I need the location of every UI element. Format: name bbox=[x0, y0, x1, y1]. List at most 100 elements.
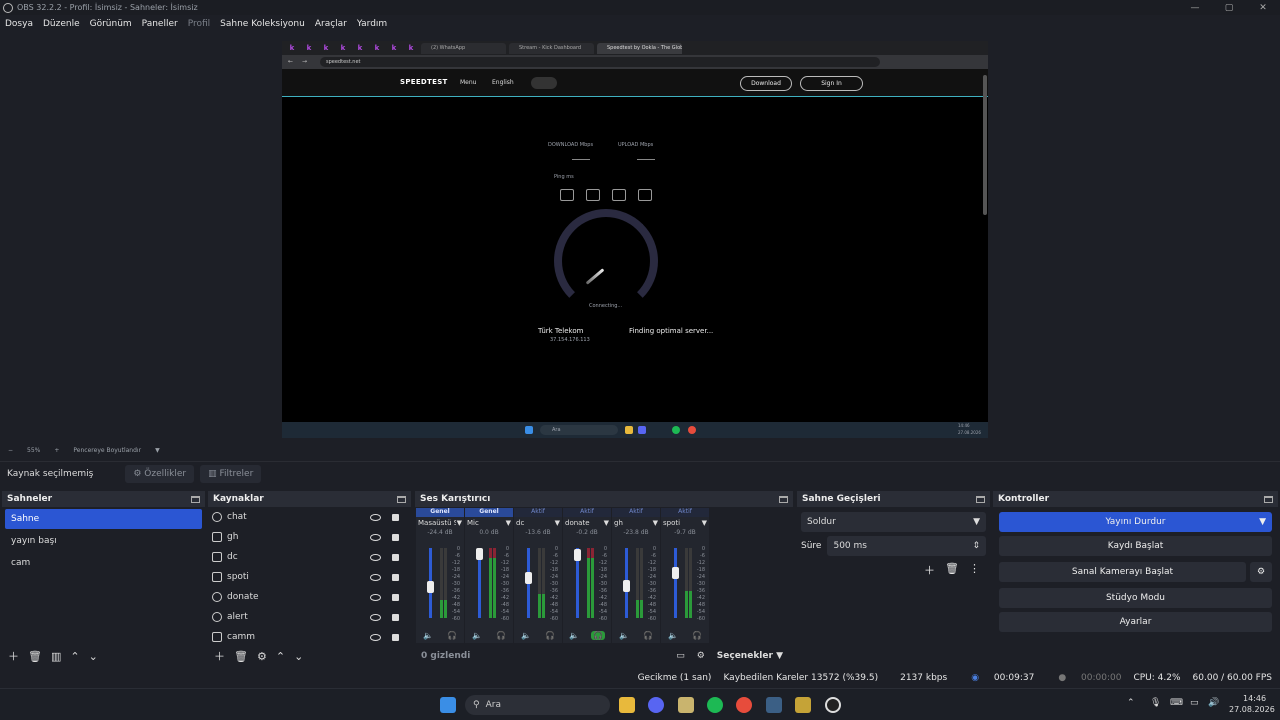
source-item[interactable]: spoti bbox=[208, 567, 411, 587]
virtual-camera-button[interactable]: Sanal Kamerayı Başlat bbox=[999, 562, 1246, 582]
volume-fader-handle[interactable] bbox=[476, 548, 483, 560]
menu-yardim[interactable]: Yardım bbox=[357, 19, 387, 29]
spotify-icon[interactable] bbox=[707, 697, 723, 713]
close-button[interactable]: ✕ bbox=[1246, 0, 1280, 15]
lock-icon[interactable] bbox=[392, 533, 399, 541]
kick-tab-icon[interactable]: k bbox=[387, 43, 401, 53]
mixer-source-select[interactable]: donate ▼ bbox=[563, 517, 611, 529]
undock-icon[interactable] bbox=[397, 495, 406, 503]
zoom-in-button[interactable]: + bbox=[54, 447, 59, 454]
source-item[interactable]: chat bbox=[208, 507, 411, 527]
eye-icon[interactable] bbox=[370, 533, 381, 541]
chrome-icon[interactable] bbox=[688, 426, 696, 434]
speedtest-menu[interactable]: Menu bbox=[460, 79, 476, 86]
menu-paneller[interactable]: Paneller bbox=[142, 19, 178, 29]
spin-arrows-icon[interactable]: ⇕ bbox=[972, 541, 980, 551]
remove-transition-button[interactable]: 🗑 bbox=[945, 562, 959, 578]
lock-icon[interactable] bbox=[392, 593, 399, 601]
source-item[interactable]: camm bbox=[208, 627, 411, 647]
scene-item[interactable]: cam bbox=[5, 553, 202, 573]
steam-icon[interactable] bbox=[766, 697, 782, 713]
kick-tab-icon[interactable]: k bbox=[336, 43, 350, 53]
speaker-icon[interactable]: 🔈 bbox=[472, 631, 482, 640]
move-up-button[interactable]: ⌃ bbox=[276, 650, 285, 663]
speedtest-signin-button[interactable]: Sign In bbox=[800, 76, 863, 91]
move-up-button[interactable]: ⌃ bbox=[70, 650, 79, 663]
headphones-active-icon[interactable]: 🎧 bbox=[591, 631, 605, 640]
move-down-button[interactable]: ⌄ bbox=[89, 650, 98, 663]
browser-tab-whatsapp[interactable]: (2) WhatsApp bbox=[421, 42, 506, 54]
url-field[interactable]: speedtest.net bbox=[320, 57, 880, 67]
clock-date[interactable]: 27.08.2026 bbox=[1229, 705, 1275, 714]
undock-icon[interactable] bbox=[779, 495, 788, 503]
browser-tab-kick[interactable]: Stream - Kick Dashboard bbox=[509, 42, 594, 54]
muted-speaker-icon[interactable]: 🔈 bbox=[569, 631, 579, 640]
add-scene-button[interactable]: ＋ bbox=[8, 648, 19, 664]
spotify-icon[interactable] bbox=[672, 426, 680, 434]
mixer-source-select[interactable]: spoti ▼ bbox=[661, 517, 709, 529]
muted-speaker-icon[interactable]: 🔈 bbox=[668, 631, 678, 640]
headphones-icon[interactable]: 🎧 bbox=[447, 631, 457, 640]
preview-canvas[interactable]: k k k k k k k k (2) WhatsApp Stream - Ki… bbox=[282, 41, 988, 438]
browser-scrollbar[interactable] bbox=[983, 75, 987, 215]
network-icon[interactable]: ▭ bbox=[1190, 698, 1199, 708]
menu-gorunum[interactable]: Görünüm bbox=[90, 19, 132, 29]
app-icon[interactable] bbox=[678, 697, 694, 713]
browser-tab-speedtest[interactable]: Speedtest by Ookla - The Glob… bbox=[597, 42, 682, 54]
theme-toggle[interactable] bbox=[531, 77, 557, 89]
virtual-camera-settings[interactable]: ⚙ bbox=[1250, 562, 1272, 582]
eye-icon[interactable] bbox=[370, 513, 381, 521]
lock-icon[interactable] bbox=[392, 613, 399, 621]
undock-icon[interactable] bbox=[191, 495, 200, 503]
source-item[interactable]: gh bbox=[208, 527, 411, 547]
minimize-button[interactable]: — bbox=[1178, 0, 1212, 15]
game-icon[interactable] bbox=[795, 697, 811, 713]
lock-icon[interactable] bbox=[392, 553, 399, 561]
discord-icon[interactable] bbox=[638, 426, 646, 434]
menu-profil[interactable]: Profil bbox=[188, 19, 210, 29]
eye-icon[interactable] bbox=[370, 593, 381, 601]
duration-spinbox[interactable]: 500 ms ⇕ bbox=[827, 536, 986, 556]
volume-icon[interactable]: 🔊 bbox=[1208, 698, 1219, 708]
scene-item[interactable]: Sahne bbox=[5, 509, 202, 529]
remove-source-button[interactable]: 🗑 bbox=[234, 650, 248, 663]
speaker-icon[interactable]: 🔈 bbox=[423, 631, 433, 640]
windows-start-icon[interactable] bbox=[525, 426, 533, 434]
chrome-icon[interactable] bbox=[736, 697, 752, 713]
volume-fader-track[interactable] bbox=[674, 548, 677, 618]
volume-fader-handle[interactable] bbox=[525, 572, 532, 584]
mixer-source-select[interactable]: gh ▼ bbox=[612, 517, 660, 529]
chevron-down-icon[interactable]: ▼ bbox=[1259, 517, 1266, 527]
maximize-button[interactable]: ▢ bbox=[1212, 0, 1246, 15]
zoom-out-button[interactable]: − bbox=[8, 447, 13, 454]
headphones-icon[interactable]: 🎧 bbox=[692, 631, 702, 640]
back-icon[interactable]: ← bbox=[288, 58, 293, 65]
folder-icon[interactable] bbox=[625, 426, 633, 434]
undock-icon[interactable] bbox=[976, 495, 985, 503]
source-item[interactable]: dc bbox=[208, 547, 411, 567]
speedtest-language[interactable]: English bbox=[492, 79, 514, 86]
menu-araclar[interactable]: Araçlar bbox=[315, 19, 347, 29]
volume-fader-handle[interactable] bbox=[574, 549, 581, 562]
eye-icon[interactable] bbox=[370, 553, 381, 561]
volume-fader-handle[interactable] bbox=[623, 580, 630, 593]
start-record-button[interactable]: Kaydı Başlat bbox=[999, 536, 1272, 556]
eye-icon[interactable] bbox=[370, 613, 381, 621]
stop-stream-button[interactable]: Yayını Durdur ▼ bbox=[999, 512, 1272, 532]
volume-fader-handle[interactable] bbox=[427, 581, 434, 593]
kick-tab-icon[interactable]: k bbox=[370, 43, 384, 53]
kick-tab-icon[interactable]: k bbox=[302, 43, 316, 53]
file-explorer-icon[interactable] bbox=[619, 697, 635, 713]
resize-to-window[interactable]: Pencereye Boyutlandır bbox=[73, 447, 141, 454]
volume-fader-handle[interactable] bbox=[672, 567, 679, 580]
taskbar-search[interactable]: ⚲ Ara bbox=[465, 695, 610, 715]
muted-speaker-icon[interactable]: 🔈 bbox=[619, 631, 629, 640]
add-source-button[interactable]: ＋ bbox=[214, 648, 225, 664]
lock-icon[interactable] bbox=[392, 573, 399, 581]
windows-start-icon[interactable] bbox=[440, 697, 456, 713]
chevron-down-icon[interactable]: ▼ bbox=[155, 447, 160, 454]
obs-taskbar-icon[interactable] bbox=[825, 697, 841, 713]
menu-sahne-koleksiyonu[interactable]: Sahne Koleksiyonu bbox=[220, 19, 305, 29]
mixer-source-select[interactable]: Mic ▼ bbox=[465, 517, 513, 529]
mixer-source-select[interactable]: dc ▼ bbox=[514, 517, 562, 529]
